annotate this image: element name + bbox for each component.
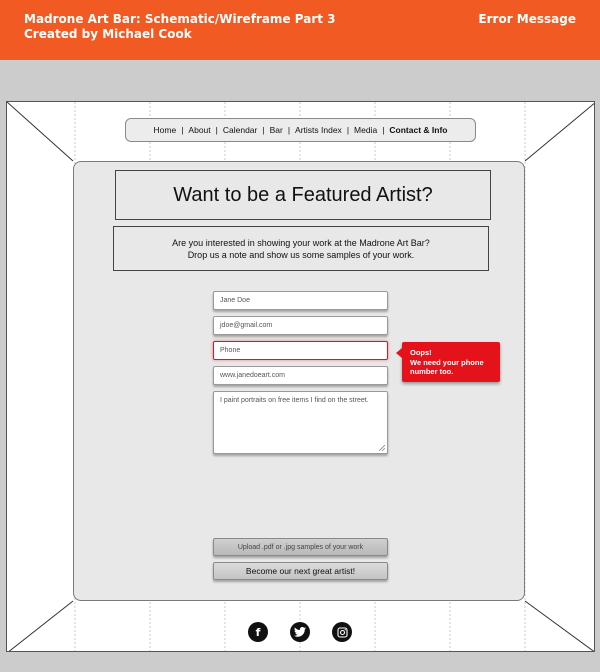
nav-bar[interactable]: Bar [270, 125, 283, 135]
intro-text: Are you interested in showing your work … [113, 226, 489, 271]
nav-separator: | [287, 125, 291, 135]
nav-media[interactable]: Media [354, 125, 377, 135]
twitter-icon[interactable] [290, 622, 310, 642]
instagram-icon[interactable] [332, 622, 352, 642]
upload-button[interactable]: Upload .pdf or .jpg samples of your work [213, 538, 388, 556]
nav-separator: | [346, 125, 350, 135]
submit-button[interactable]: Become our next great artist! [213, 562, 388, 580]
error-tooltip: Oops! We need your phone number too. [396, 342, 500, 382]
instagram-camera-icon [336, 626, 348, 638]
main-nav: Home | About | Calendar | Bar | Artists … [125, 118, 476, 142]
content-panel: Want to be a Featured Artist? Are you in… [73, 161, 525, 601]
header-bar: Madrone Art Bar: Schematic/Wireframe Par… [0, 0, 600, 60]
facebook-icon[interactable]: f [248, 622, 268, 642]
facebook-glyph: f [255, 625, 261, 639]
nav-artists-index[interactable]: Artists Index [295, 125, 342, 135]
error-message-line2: number too. [410, 367, 454, 376]
intro-line-1: Are you interested in showing your work … [172, 238, 430, 248]
error-message-line1: We need your phone [410, 357, 484, 367]
intro-line-2: Drop us a note and show us some samples … [187, 250, 415, 260]
message-placeholder: I paint portraits on free items I find o… [220, 397, 369, 404]
wireframe-title-line1: Madrone Art Bar: Schematic/Wireframe Par… [24, 12, 336, 26]
resize-handle-icon[interactable] [379, 445, 385, 451]
message-textarea[interactable]: I paint portraits on free items I find o… [213, 391, 388, 454]
nav-contact-info[interactable]: Contact & Info [389, 125, 447, 135]
nav-separator: | [215, 125, 218, 135]
page-state-label: Error Message [478, 12, 576, 26]
nav-calendar[interactable]: Calendar [223, 125, 258, 135]
phone-field[interactable]: Phone [213, 341, 388, 360]
nav-about[interactable]: About [188, 125, 210, 135]
nav-separator: | [382, 125, 385, 135]
nav-separator: | [262, 125, 265, 135]
page-title: Want to be a Featured Artist? [115, 170, 491, 220]
website-field[interactable]: www.janedoeart.com [213, 366, 388, 385]
name-field[interactable]: Jane Doe [213, 291, 388, 310]
twitter-bird-icon [294, 627, 306, 637]
email-field[interactable]: jdoe@gmail.com [213, 316, 388, 335]
wireframe-title: Madrone Art Bar: Schematic/Wireframe Par… [24, 12, 336, 42]
nav-separator: | [181, 125, 184, 135]
wireframe-author: Created by Michael Cook [24, 27, 192, 41]
page-frame: Home | About | Calendar | Bar | Artists … [6, 101, 595, 652]
error-title: Oops! [410, 348, 432, 357]
nav-home[interactable]: Home [154, 125, 177, 135]
